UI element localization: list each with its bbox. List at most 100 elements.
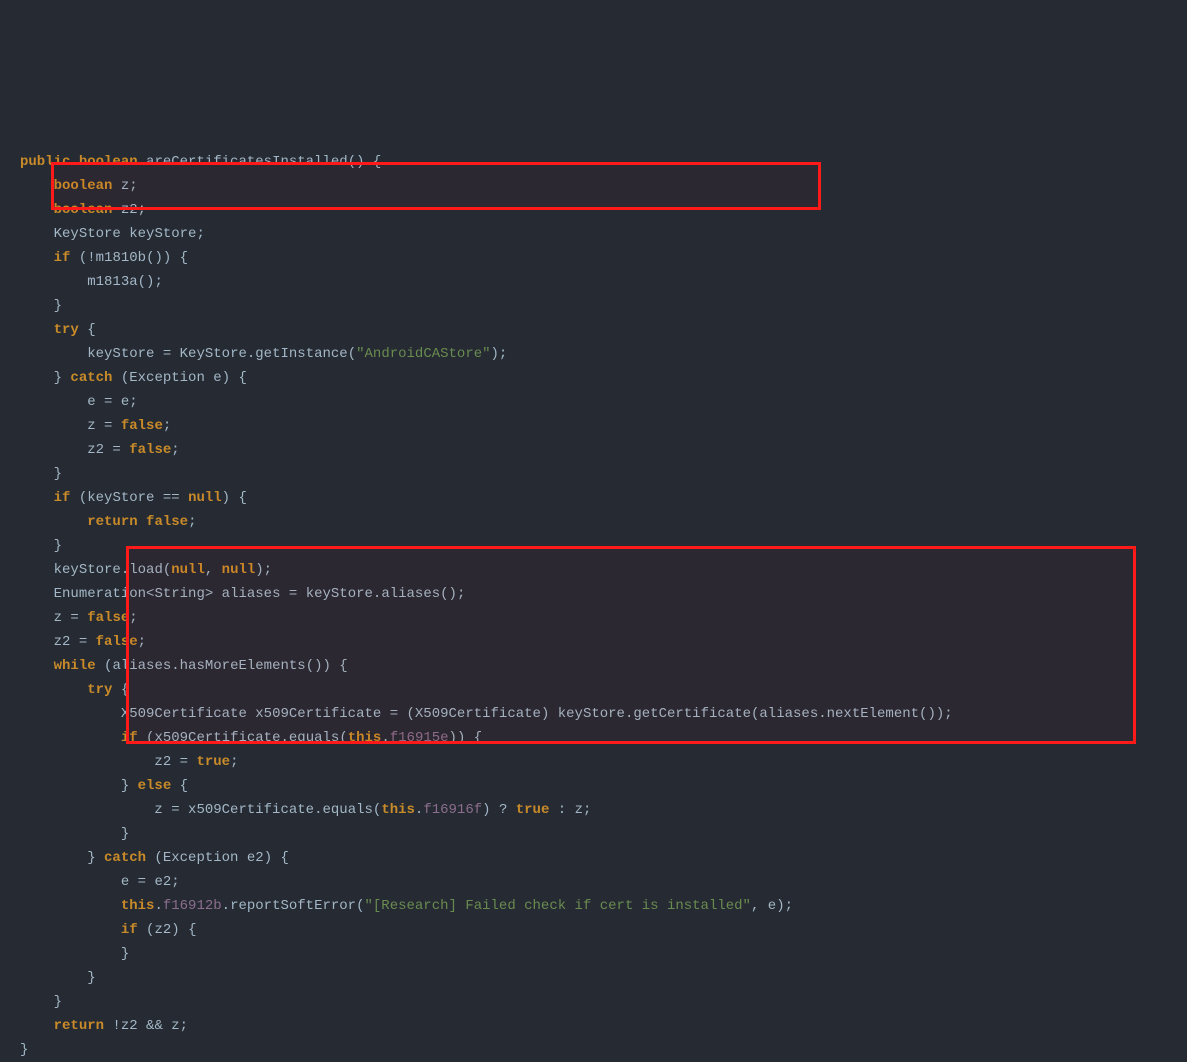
type-exception: Exception [163, 850, 239, 866]
type-exception: Exception [129, 370, 205, 386]
var-keystore: keyStore [87, 346, 154, 362]
var-z2: z2 [154, 754, 171, 770]
kw-boolean: boolean [54, 202, 113, 218]
var-aliases: aliases [112, 658, 171, 674]
var-aliases: aliases [222, 586, 281, 602]
var-keystore: keyStore [306, 586, 373, 602]
code-line: keyStore = KeyStore.getInstance("Android… [20, 346, 507, 362]
string-androidcastore: "AndroidCAStore" [356, 346, 490, 362]
kw-this: this [348, 730, 382, 746]
field-f16916f: f16916f [423, 802, 482, 818]
string-research: "[Research] Failed check if cert is inst… [365, 898, 751, 914]
code-line: e = e2; [20, 874, 180, 890]
code-line: if (x509Certificate.equals(this.f16915e)… [20, 730, 482, 746]
code-line: keyStore.load(null, null); [20, 562, 272, 578]
code-line: if (z2) { [20, 922, 196, 938]
var-e: e [121, 874, 129, 890]
fn-getinstance: getInstance [255, 346, 347, 362]
code-line: } catch (Exception e) { [20, 370, 247, 386]
method-name: areCertificatesInstalled [146, 154, 348, 170]
lit-null: null [188, 490, 222, 506]
code-line: return false; [20, 514, 196, 530]
lit-null: null [171, 562, 205, 578]
kw-catch: catch [70, 370, 112, 386]
code-line: } [20, 994, 62, 1010]
var-z: z [54, 610, 62, 626]
code-line: m1813a(); [20, 274, 163, 290]
code-line: if (!m1810b()) { [20, 250, 188, 266]
lit-null: null [222, 562, 256, 578]
code-line: z2 = true; [20, 754, 238, 770]
code-line: KeyStore keyStore; [20, 226, 205, 242]
fn-equals: equals [322, 802, 372, 818]
kw-while: while [54, 658, 96, 674]
code-line: boolean z; [20, 178, 138, 194]
fn-hasmoreelements: hasMoreElements [180, 658, 306, 674]
kw-public: public [20, 154, 70, 170]
kw-else: else [138, 778, 172, 794]
fn-m1813a: m1813a [87, 274, 137, 290]
var-z2: z2 [54, 634, 71, 650]
var-keystore: keyStore [558, 706, 625, 722]
lit-true: true [196, 754, 230, 770]
var-z: z [171, 1018, 179, 1034]
code-line: } [20, 1042, 28, 1058]
code-line: } [20, 538, 62, 554]
code-line: this.f16912b.reportSoftError("[Research]… [20, 898, 793, 914]
var-z: z [121, 178, 129, 194]
kw-return: return [54, 1018, 104, 1034]
field-f16915e: f16915e [390, 730, 449, 746]
fn-nextelement: nextElement [827, 706, 919, 722]
code-line: z2 = false; [20, 442, 180, 458]
code-line: } [20, 466, 62, 482]
lit-false: false [96, 634, 138, 650]
fn-m1810b: m1810b [96, 250, 146, 266]
var-z2: z2 [87, 442, 104, 458]
code-line: } catch (Exception e2) { [20, 850, 289, 866]
kw-return: return [87, 514, 137, 530]
var-z2: z2 [154, 922, 171, 938]
var-e: e [768, 898, 776, 914]
var-x509: x509Certificate [188, 802, 314, 818]
kw-if: if [121, 730, 138, 746]
var-z2: z2 [121, 1018, 138, 1034]
var-z2: z2 [121, 202, 138, 218]
code-line: } [20, 298, 62, 314]
code-line: } else { [20, 778, 188, 794]
code-line: } [20, 826, 129, 842]
code-line: z2 = false; [20, 634, 146, 650]
var-keystore: keyStore [87, 490, 154, 506]
code-line: } [20, 970, 96, 986]
code-line: try { [20, 322, 96, 338]
fn-reportsofterror: reportSoftError [230, 898, 356, 914]
type-string: String [154, 586, 204, 602]
lit-false: false [146, 514, 188, 530]
var-z: z [87, 418, 95, 434]
var-e2: e2 [247, 850, 264, 866]
var-keystore: keyStore [54, 562, 121, 578]
kw-this: this [121, 898, 155, 914]
var-e: e [87, 394, 95, 410]
code-line: z = x509Certificate.equals(this.f16916f)… [20, 802, 591, 818]
code-line: if (keyStore == null) { [20, 490, 247, 506]
var-x509: x509Certificate [154, 730, 280, 746]
var-x509: x509Certificate [255, 706, 381, 722]
var-e: e [213, 370, 221, 386]
code-line: z = false; [20, 610, 138, 626]
kw-try: try [87, 682, 112, 698]
code-line: Enumeration<String> aliases = keyStore.a… [20, 586, 465, 602]
type-x509: X509Certificate [121, 706, 247, 722]
kw-boolean: boolean [54, 178, 113, 194]
var-e: e [121, 394, 129, 410]
code-line: while (aliases.hasMoreElements()) { [20, 658, 348, 674]
code-line: X509Certificate x509Certificate = (X509C… [20, 706, 953, 722]
lit-false: false [121, 418, 163, 434]
code-line: e = e; [20, 394, 138, 410]
kw-if: if [54, 250, 71, 266]
kw-catch: catch [104, 850, 146, 866]
lit-false: false [87, 610, 129, 626]
type-keystore: KeyStore [180, 346, 247, 362]
field-f16912b: f16912b [163, 898, 222, 914]
kw-boolean: boolean [79, 154, 138, 170]
lit-false: false [129, 442, 171, 458]
